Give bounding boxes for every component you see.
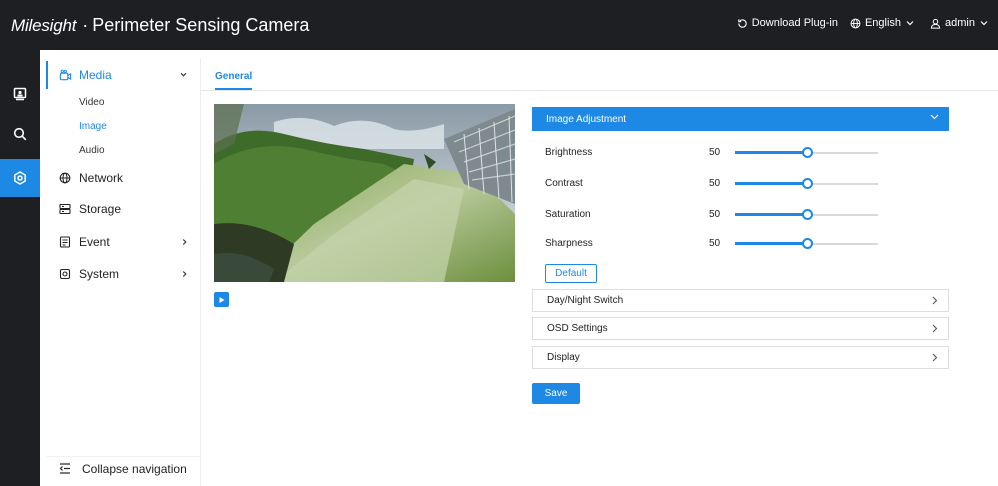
user-icon xyxy=(930,18,941,29)
globe-icon xyxy=(58,171,72,185)
chevron-down-icon xyxy=(180,72,187,77)
user-label: admin xyxy=(945,17,975,29)
separator: · xyxy=(82,15,89,35)
image-adjustment-header[interactable]: Image Adjustment xyxy=(532,107,949,131)
chevron-right-icon xyxy=(182,239,187,245)
top-right-actions: Download Plug-in English admin xyxy=(725,17,992,29)
nav-sub-video[interactable]: Video xyxy=(79,97,104,108)
nav-event[interactable]: Event xyxy=(46,228,201,256)
nav-event-label: Event xyxy=(79,235,110,249)
chevron-down-icon xyxy=(906,21,914,26)
nav-sub-image[interactable]: Image xyxy=(79,121,107,132)
nav-media-label: Media xyxy=(79,68,112,82)
collapse-icon xyxy=(59,463,73,474)
app-title: Perimeter Sensing Camera xyxy=(92,15,310,35)
default-button[interactable]: Default xyxy=(545,264,597,283)
nav-system-label: System xyxy=(79,267,120,281)
play-icon xyxy=(219,296,224,303)
saturation-knob[interactable] xyxy=(801,209,813,220)
media-icon xyxy=(58,68,72,82)
display-section[interactable]: Display xyxy=(532,346,949,369)
contrast-knob[interactable] xyxy=(801,178,813,189)
rail-live-view[interactable] xyxy=(0,75,40,113)
day-night-switch-section[interactable]: Day/Night Switch xyxy=(532,289,949,312)
search-icon xyxy=(13,127,27,141)
brand: Milesight · Perimeter Sensing Camera xyxy=(11,15,309,39)
nav-system[interactable]: System xyxy=(46,260,201,288)
brightness-label: Brightness xyxy=(545,147,593,158)
download-plugin-label: Download Plug-in xyxy=(751,17,838,29)
video-preview xyxy=(214,104,515,282)
system-icon xyxy=(58,267,72,281)
osd-settings-section[interactable]: OSD Settings xyxy=(532,317,949,340)
download-plugin-link[interactable]: Download Plug-in xyxy=(737,17,838,29)
rail-search[interactable] xyxy=(0,115,40,153)
chevron-right-icon xyxy=(182,271,187,277)
brightness-row: Brightness 50 xyxy=(545,145,885,161)
event-icon xyxy=(58,235,72,249)
tab-bar: General xyxy=(201,59,998,91)
sharpness-knob[interactable] xyxy=(801,238,813,249)
globe-icon xyxy=(850,18,861,28)
nav-network-label: Network xyxy=(79,171,124,185)
sharpness-label: Sharpness xyxy=(545,238,593,249)
side-navigation: Media Video Image Audio Network Storage … xyxy=(46,59,201,486)
language-selector[interactable]: English xyxy=(850,17,918,29)
display-label: Display xyxy=(547,352,580,363)
contrast-slider[interactable] xyxy=(735,178,878,189)
brightness-fill xyxy=(735,151,807,154)
sharpness-row: Sharpness 50 xyxy=(545,236,885,252)
collapse-navigation-label: Collapse navigation xyxy=(82,461,187,476)
chevron-right-icon xyxy=(932,324,938,333)
play-button[interactable] xyxy=(214,292,229,307)
saturation-value: 50 xyxy=(709,209,721,220)
saturation-label: Saturation xyxy=(545,209,591,220)
chevron-right-icon xyxy=(932,353,938,362)
brightness-knob[interactable] xyxy=(801,147,813,158)
save-button[interactable]: Save xyxy=(532,383,580,404)
osd-settings-label: OSD Settings xyxy=(547,323,608,334)
chevron-down-icon xyxy=(930,114,939,120)
sharpness-slider[interactable] xyxy=(735,238,878,249)
rail-settings[interactable] xyxy=(0,159,40,197)
icon-rail xyxy=(0,50,40,486)
sharpness-value: 50 xyxy=(709,238,721,249)
storage-icon xyxy=(58,202,72,216)
chevron-down-icon xyxy=(980,21,988,26)
tab-general[interactable]: General xyxy=(215,71,253,90)
image-adjustment-title: Image Adjustment xyxy=(546,113,627,125)
refresh-icon xyxy=(738,18,747,28)
camera-preview-image xyxy=(214,104,515,282)
collapse-navigation[interactable]: Collapse navigation xyxy=(46,456,201,478)
milesight-logo: Milesight xyxy=(11,16,77,35)
nav-storage[interactable]: Storage xyxy=(46,195,201,223)
contrast-label: Contrast xyxy=(545,178,583,189)
contrast-fill xyxy=(735,182,807,185)
language-label: English xyxy=(864,17,902,29)
day-night-switch-label: Day/Night Switch xyxy=(547,295,624,306)
chevron-right-icon xyxy=(932,296,938,305)
brightness-value: 50 xyxy=(709,147,721,158)
user-menu[interactable]: admin xyxy=(930,17,992,29)
top-bar: Milesight · Perimeter Sensing Camera Dow… xyxy=(0,0,998,50)
settings-icon xyxy=(14,171,26,185)
nav-storage-label: Storage xyxy=(79,202,122,216)
sharpness-fill xyxy=(735,242,807,245)
nav-media[interactable]: Media xyxy=(46,61,201,89)
live-view-icon xyxy=(13,87,27,101)
saturation-slider[interactable] xyxy=(735,209,878,220)
contrast-row: Contrast 50 xyxy=(545,176,885,192)
saturation-fill xyxy=(735,213,807,216)
nav-sub-audio[interactable]: Audio xyxy=(79,145,105,156)
brightness-slider[interactable] xyxy=(735,147,878,158)
main-content: General Image Adjustment Brightness 50 C… xyxy=(201,59,998,486)
contrast-value: 50 xyxy=(709,178,721,189)
nav-network[interactable]: Network xyxy=(46,164,201,192)
saturation-row: Saturation 50 xyxy=(545,207,885,223)
